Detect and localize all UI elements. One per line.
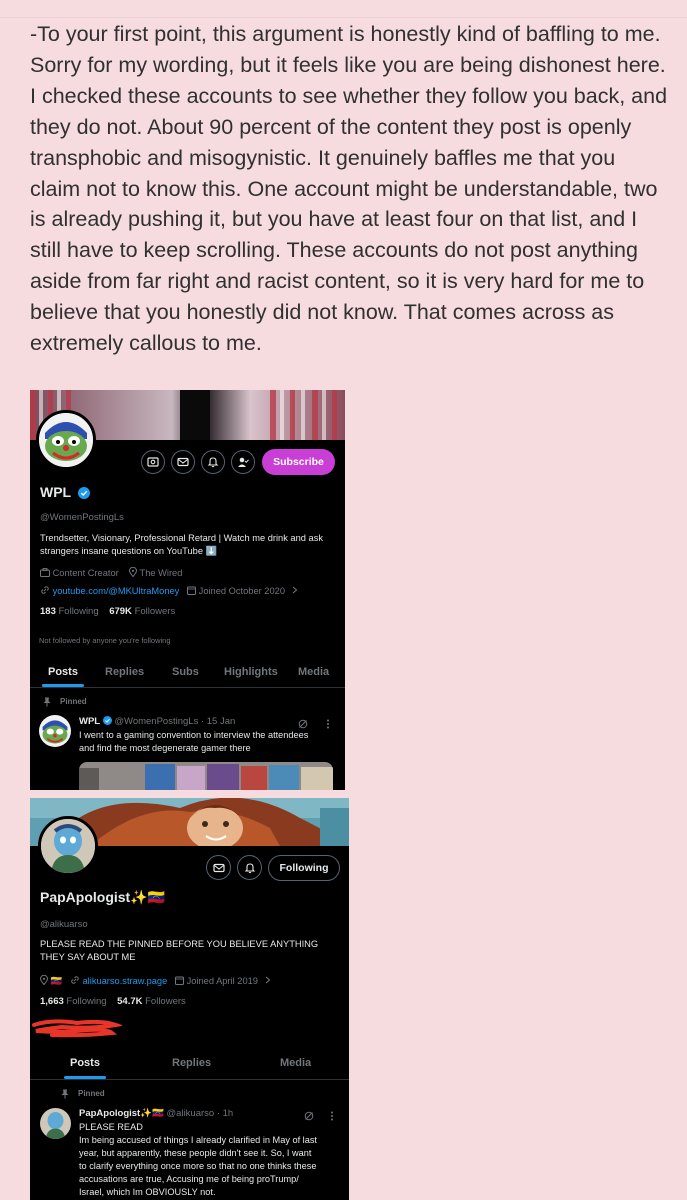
- profile-name-text: WPL: [40, 484, 71, 500]
- profile-meta-row: 🇻🇪 alikuarso.straw.page Joined April 201…: [39, 974, 271, 987]
- profile-handle: @WomenPostingLs: [40, 512, 124, 523]
- post-author[interactable]: PapApologist✨🇻🇪: [79, 1108, 164, 1119]
- verified-badge-icon: [102, 716, 112, 728]
- tab-replies[interactable]: Replies: [105, 666, 144, 678]
- calendar-icon: [175, 976, 185, 987]
- tab-posts[interactable]: Posts: [48, 666, 78, 678]
- profile-meta-row-2: youtube.com/@MKUltraMoney Joined October…: [40, 585, 298, 597]
- post-header: WPL @WomenPostingLs · 15 Jan: [79, 716, 235, 728]
- notification-bell-icon[interactable]: [237, 855, 262, 880]
- message-icon[interactable]: [171, 450, 195, 474]
- pin-icon: [61, 1089, 69, 1101]
- following-count[interactable]: 183: [40, 606, 56, 617]
- profile-meta-row: Content Creator The Wired: [40, 566, 183, 579]
- briefcase-icon: [40, 568, 50, 579]
- followers-label[interactable]: Followers: [145, 996, 186, 1007]
- post-text-line-5: accusations are true, Accusing me of bei…: [79, 1174, 299, 1184]
- pinned-label: Pinned: [43, 697, 87, 707]
- link-icon: [70, 975, 80, 987]
- profile-website-link[interactable]: alikuarso.straw.page: [83, 976, 168, 986]
- profile-location: The Wired: [139, 568, 183, 578]
- profile-website-link[interactable]: youtube.com/@MKUltraMoney: [53, 586, 180, 596]
- post-avatar[interactable]: [40, 1108, 71, 1139]
- profile-joined-date: Joined October 2020: [198, 586, 285, 596]
- tab-media[interactable]: Media: [298, 666, 329, 678]
- post-text-line-2: and find the most degenerate gamer there: [79, 743, 251, 753]
- tabs-divider: [30, 687, 345, 688]
- redaction-scribble: [32, 1017, 124, 1044]
- profile-category: Content Creator: [52, 568, 119, 578]
- post-text-line-2: Im being accused of things I already cla…: [79, 1135, 317, 1145]
- profile-name: PapApologist✨🇻🇪: [40, 889, 166, 905]
- chevron-right-icon[interactable]: [265, 976, 271, 986]
- pin-icon: [43, 697, 51, 709]
- post-text-line-4: to clarify everything once more so that …: [79, 1161, 317, 1171]
- profile-bio-line-2: THEY SAY ABOUT ME: [40, 952, 136, 962]
- following-button[interactable]: Following: [268, 855, 340, 881]
- profile-name: WPL: [40, 484, 90, 502]
- tab-posts[interactable]: Posts: [70, 1057, 100, 1069]
- tab-media[interactable]: Media: [280, 1057, 311, 1069]
- post-text-line-6: Israel, which Im OBVIOUSLY not.: [79, 1187, 216, 1197]
- link-icon: [40, 585, 50, 597]
- profile-screenshot-wpl: Subscribe WPL @WomenPostingLs Trendsette…: [30, 390, 345, 790]
- verified-badge-icon: [77, 486, 90, 502]
- subscribe-button[interactable]: Subscribe: [262, 449, 335, 475]
- follow-user-icon[interactable]: [231, 450, 255, 474]
- tab-subs[interactable]: Subs: [172, 666, 199, 678]
- top-edge: [0, 0, 687, 18]
- followed-by-text: Not followed by anyone you're following: [39, 636, 171, 645]
- profile-avatar[interactable]: [36, 410, 96, 470]
- message-text: -To your first point, this argument is h…: [30, 22, 668, 356]
- following-label[interactable]: Following: [59, 606, 99, 617]
- profile-avatar[interactable]: [38, 816, 98, 876]
- followers-count[interactable]: 54.7K: [117, 996, 142, 1007]
- pinned-text: Pinned: [60, 697, 87, 706]
- tabs-divider: [30, 1079, 349, 1080]
- chevron-right-icon[interactable]: [292, 586, 298, 596]
- post-media-preview[interactable]: [79, 762, 333, 790]
- followers-label[interactable]: Followers: [135, 606, 176, 617]
- follow-counts: 1,663 Following 54.7K Followers: [40, 996, 186, 1007]
- notification-bell-icon[interactable]: [201, 450, 225, 474]
- message-icon[interactable]: [206, 855, 231, 880]
- post-meta: @WomenPostingLs · 15 Jan: [114, 716, 236, 727]
- grok-icon[interactable]: [304, 1108, 314, 1126]
- post-text-line-1: I went to a gaming convention to intervi…: [79, 730, 309, 740]
- location-pin-icon: [39, 974, 49, 987]
- follow-counts: 183 Following 679K Followers: [40, 606, 175, 617]
- more-options-icon[interactable]: [330, 1108, 334, 1126]
- post-author[interactable]: WPL: [79, 716, 100, 727]
- location-pin-icon: [129, 566, 138, 579]
- post-text-line-3: year, but apparently, these people didn'…: [79, 1148, 312, 1158]
- post-text-line-1: PLEASE READ: [79, 1122, 143, 1132]
- following-label[interactable]: Following: [66, 996, 106, 1007]
- calendar-icon: [187, 586, 197, 597]
- more-icon[interactable]: [141, 450, 165, 474]
- profile-screenshot-papapologist: Following PapApologist✨🇻🇪 @alikuarso PLE…: [30, 798, 349, 1200]
- post-meta: @alikuarso · 1h: [166, 1108, 234, 1119]
- profile-handle: @alikuarso: [40, 919, 88, 930]
- post-header: PapApologist✨🇻🇪 @alikuarso · 1h: [79, 1108, 233, 1119]
- following-count[interactable]: 1,663: [40, 996, 64, 1007]
- pinned-text: Pinned: [78, 1089, 105, 1098]
- profile-bio-line-1: PLEASE READ THE PINNED BEFORE YOU BELIEV…: [40, 939, 319, 949]
- profile-joined-date: Joined April 2019: [186, 976, 258, 986]
- more-options-icon[interactable]: [326, 716, 330, 734]
- tab-replies[interactable]: Replies: [172, 1057, 211, 1069]
- profile-bio: Trendsetter, Visionary, Professional Ret…: [40, 533, 323, 556]
- post-avatar[interactable]: [39, 715, 71, 747]
- profile-location-flag: 🇻🇪: [50, 976, 63, 986]
- pinned-label: Pinned: [61, 1089, 105, 1099]
- followers-count[interactable]: 679K: [109, 606, 132, 617]
- tab-highlights[interactable]: Highlights: [224, 666, 278, 678]
